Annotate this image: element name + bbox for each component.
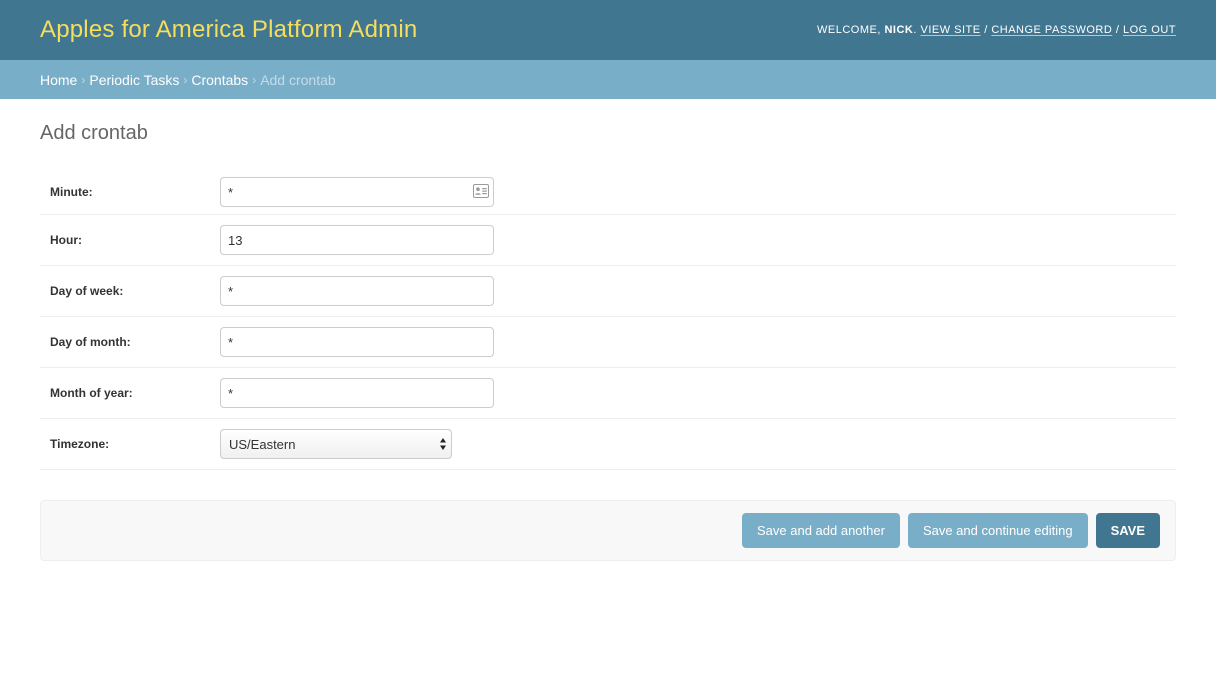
- day-of-week-input[interactable]: [220, 276, 494, 306]
- minute-input-wrap: [220, 177, 494, 207]
- timezone-label: Timezone:: [50, 437, 110, 451]
- form-row-timezone: Timezone: US/Eastern: [40, 419, 1176, 470]
- form-row-minute: Minute:: [40, 170, 1176, 215]
- hour-input-wrap: [220, 225, 494, 255]
- timezone-select-wrap: US/Eastern: [220, 429, 452, 459]
- view-site-link[interactable]: View site: [921, 24, 981, 36]
- change-password-link[interactable]: Change password: [991, 24, 1112, 36]
- user-tools-separator: /: [1115, 24, 1120, 36]
- timezone-select[interactable]: US/Eastern: [220, 429, 452, 459]
- breadcrumb-current: Add crontab: [260, 71, 336, 88]
- hour-label: Hour:: [50, 233, 82, 247]
- breadcrumb-separator: ›: [252, 72, 257, 87]
- form-row-day-of-week: Day of week:: [40, 266, 1176, 317]
- hour-input[interactable]: [220, 225, 494, 255]
- form-row-month-of-year: Month of year:: [40, 368, 1176, 419]
- month-of-year-label: Month of year:: [50, 386, 133, 400]
- minute-label: Minute:: [50, 185, 93, 199]
- breadcrumb-home[interactable]: Home: [40, 72, 77, 88]
- save-and-continue-button[interactable]: Save and continue editing: [907, 513, 1088, 548]
- content: Add crontab Minute: Hour:: [0, 99, 1216, 561]
- site-branding[interactable]: Apples for America Platform Admin: [40, 16, 417, 44]
- minute-input[interactable]: [220, 177, 494, 207]
- day-of-week-input-wrap: [220, 276, 494, 306]
- breadcrumb-crontabs[interactable]: Crontabs: [191, 72, 248, 88]
- submit-row: Save and add another Save and continue e…: [40, 500, 1176, 561]
- breadcrumb-periodic-tasks[interactable]: Periodic Tasks: [89, 72, 179, 88]
- crontab-fieldset: Minute: Hour: Day of week:: [40, 170, 1176, 470]
- user-tools: Welcome, Nick. View site / Change passwo…: [817, 24, 1176, 36]
- breadcrumb-separator: ›: [183, 72, 188, 87]
- welcome-text: Welcome,: [817, 24, 881, 36]
- contact-card-icon[interactable]: [473, 184, 489, 198]
- user-tools-separator: /: [984, 24, 988, 36]
- page-title: Add crontab: [40, 122, 148, 144]
- day-of-week-label: Day of week:: [50, 284, 124, 298]
- log-out-link[interactable]: Log out: [1123, 24, 1176, 36]
- save-and-add-another-button[interactable]: Save and add another: [742, 513, 900, 548]
- day-of-month-label: Day of month:: [50, 335, 131, 349]
- breadcrumb-separator: ›: [81, 72, 86, 87]
- day-of-month-input-wrap: [220, 327, 494, 357]
- day-of-month-input[interactable]: [220, 327, 494, 357]
- username: Nick: [884, 24, 914, 36]
- header: Apples for America Platform Admin Welcom…: [0, 0, 1216, 60]
- timezone-selected-value: US/Eastern: [229, 436, 296, 452]
- breadcrumb: Home › Periodic Tasks › Crontabs › Add c…: [0, 60, 1216, 99]
- form-row-day-of-month: Day of month:: [40, 317, 1176, 368]
- form-row-hour: Hour:: [40, 215, 1176, 266]
- save-button[interactable]: Save: [1095, 513, 1160, 548]
- month-of-year-input-wrap: [220, 378, 494, 408]
- select-arrows-icon: [440, 438, 446, 450]
- month-of-year-input[interactable]: [220, 378, 494, 408]
